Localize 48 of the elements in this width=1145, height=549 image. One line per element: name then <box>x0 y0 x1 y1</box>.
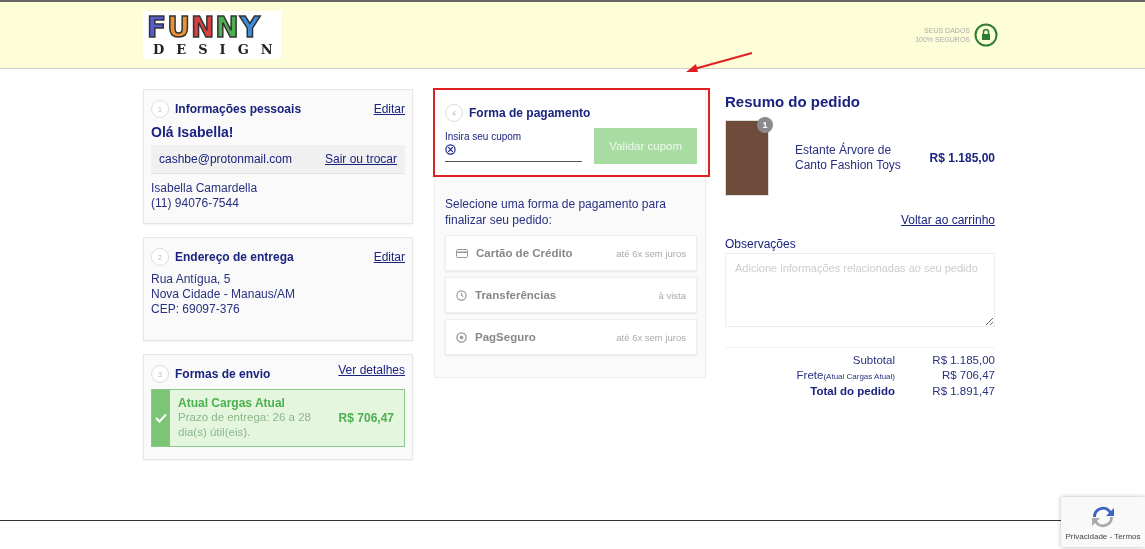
address-line: Rua Antígua, 5 <box>151 272 232 287</box>
total-value: R$ 1.185,00 <box>931 353 995 368</box>
shipping-price: R$ 706,47 <box>338 411 395 425</box>
payment-method[interactable]: PagSeguro até 6x sem juros <box>445 319 697 355</box>
method-name: Transferências <box>475 289 558 301</box>
address-line: Nova Cidade - Manaus/AM <box>151 287 297 302</box>
payment-prompt: Selecione uma forma de pagamento para finalizar seu pedido: <box>445 196 667 228</box>
total-label: Frete(Atual Cargas Atual) <box>795 368 895 383</box>
method-name: PagSeguro <box>475 331 537 343</box>
total-label: Total do pedido <box>809 384 895 399</box>
payment-method[interactable]: Transferências à vista <box>445 277 697 313</box>
delivery-term: Prazo de entrega: 26 a 28 dia(s) útil(eis). <box>178 410 312 440</box>
credit-card-icon <box>456 248 468 258</box>
method-name: Cartão de Crédito <box>476 247 574 259</box>
check-icon <box>155 413 167 423</box>
greeting: Olá Isabella! <box>151 124 235 140</box>
switch-account-link[interactable]: Sair ou trocar <box>324 152 397 166</box>
back-to-cart-link[interactable]: Voltar ao carrinho <box>900 213 995 227</box>
coupon-label: Insira seu cupom <box>445 130 523 142</box>
quantity-badge: 1 <box>757 117 773 133</box>
recaptcha-badge[interactable]: Privacidade - Termos <box>1061 497 1145 547</box>
method-note: até 6x sem juros <box>616 247 686 259</box>
edit-link[interactable]: Editar <box>373 102 405 116</box>
total-value: R$ 706,47 <box>940 368 995 383</box>
lock-icon <box>974 23 998 47</box>
details-link[interactable]: Ver detalhes <box>338 363 405 377</box>
address-line: CEP: 69097-376 <box>151 302 241 317</box>
email-text: cashbe@protonmail.com <box>159 152 292 166</box>
total-label: Subtotal <box>851 353 895 368</box>
summary-title: Resumo do pedido <box>725 93 861 110</box>
edit-link[interactable]: Editar <box>373 250 405 264</box>
customer-phone: (11) 94076-7544 <box>151 196 240 211</box>
annotation-arrow <box>684 52 754 74</box>
section-title: Informações pessoais <box>175 102 303 116</box>
product-price: R$ 1.185,00 <box>929 151 995 165</box>
method-note: à vista <box>658 289 686 301</box>
total-value: R$ 1.891,47 <box>931 384 995 399</box>
logo[interactable]: FUNNY DESIGN <box>143 11 281 59</box>
product-name: Estante Árvore de Canto Fashion Toys <box>795 143 902 173</box>
section-title: Endereço de entrega <box>175 250 295 264</box>
method-note: até 6x sem juros <box>616 331 686 343</box>
carrier-name: Atual Cargas Atual <box>178 396 286 410</box>
clock-icon <box>456 289 467 301</box>
section-title: Formas de envio <box>175 367 272 381</box>
section-title: Forma de pagamento <box>469 106 592 120</box>
customer-name: Isabella Camardella <box>151 181 259 196</box>
notes-label: Observações <box>725 237 797 251</box>
payment-method[interactable]: Cartão de Crédito até 6x sem juros <box>445 235 697 271</box>
